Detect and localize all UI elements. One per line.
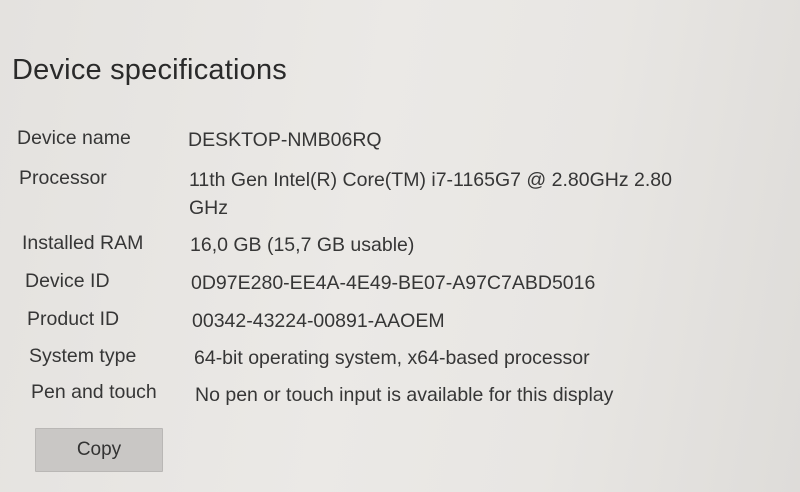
spec-label: Processor	[19, 167, 107, 189]
copy-button[interactable]: Copy	[35, 428, 163, 472]
spec-value: 16,0 GB (15,7 GB usable)	[190, 234, 415, 256]
spec-label: Pen and touch	[31, 381, 157, 403]
spec-value: No pen or touch input is available for t…	[195, 384, 614, 406]
spec-label: System type	[29, 345, 137, 367]
spec-label: Device ID	[25, 270, 110, 292]
spec-value: 64-bit operating system, x64-based proce…	[194, 347, 590, 369]
page-title: Device specifications	[12, 54, 287, 86]
spec-value: 11th Gen Intel(R) Core(TM) i7-1165G7 @ 2…	[189, 169, 672, 219]
spec-value: DESKTOP-NMB06RQ	[188, 129, 382, 151]
spec-label: Device name	[17, 127, 131, 149]
spec-label: Installed RAM	[22, 232, 144, 254]
spec-value: 0D97E280-EE4A-4E49-BE07-A97C7ABD5016	[191, 272, 596, 294]
spec-value: 00342-43224-00891-AAOEM	[192, 310, 445, 332]
spec-label: Product ID	[27, 308, 120, 330]
device-specifications-panel: Device specifications Device name DESKTO…	[0, 0, 800, 492]
